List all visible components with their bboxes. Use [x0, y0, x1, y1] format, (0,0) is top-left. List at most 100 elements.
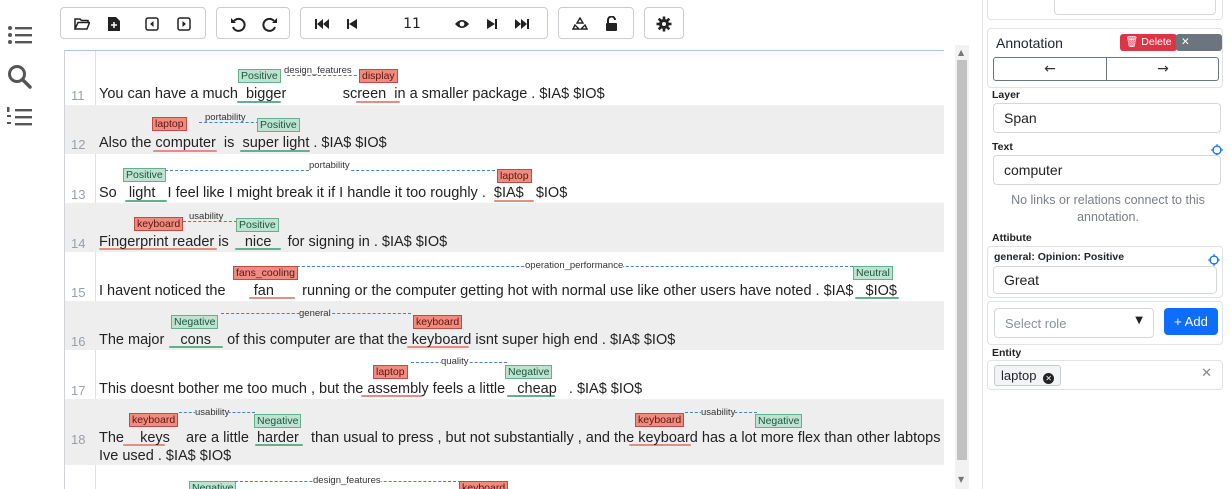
step-backward-icon — [347, 19, 357, 29]
unlock-button[interactable] — [599, 11, 625, 37]
annotation-label[interactable]: Positive — [236, 218, 279, 232]
next-document-button[interactable] — [171, 11, 197, 37]
next-page-button[interactable] — [479, 11, 505, 37]
relation-label[interactable]: portability — [309, 160, 350, 171]
annotation-label[interactable]: Negative — [755, 414, 803, 428]
select-role-placeholder: Select role — [1005, 316, 1067, 331]
toggle-view-button[interactable] — [449, 11, 475, 37]
scroll-down-icon[interactable]: ▼ — [958, 475, 964, 484]
undo-button[interactable] — [225, 11, 251, 37]
annotation-label[interactable]: Positive — [257, 118, 300, 132]
export-file-button[interactable] — [101, 11, 127, 37]
annotation-label[interactable]: laptop — [373, 365, 408, 379]
entity-tag-label: laptop — [1001, 368, 1037, 383]
annotation-label[interactable]: Negative — [254, 414, 302, 428]
annotation-label[interactable]: Positive — [123, 168, 166, 182]
layer-selector-field[interactable] — [1054, 0, 1216, 15]
line-number: 14 — [71, 236, 86, 251]
annotation-label[interactable]: keyboard — [635, 413, 685, 427]
add-role-button[interactable]: + Add — [1164, 308, 1218, 335]
line-number: 18 — [71, 432, 86, 447]
delete-button[interactable]: 🗑 Delete — [1120, 34, 1177, 51]
skip-start-icon — [315, 19, 329, 29]
redo-button[interactable] — [257, 11, 283, 37]
sentence-row: fans_cooling operation_performance Neutr… — [65, 252, 944, 301]
relation-label[interactable]: operation_performance — [525, 260, 624, 271]
role-card: Select role ▼ + Add — [987, 301, 1223, 345]
arrow-left-icon: ← — [1044, 61, 1056, 77]
settings-button[interactable] — [651, 11, 677, 37]
clear-entity-icon[interactable]: ✕ — [1201, 366, 1212, 381]
layer-section-title: Layer — [992, 89, 1021, 101]
recycle-button[interactable] — [567, 11, 593, 37]
feature-title: general: Opinion: Positive — [994, 251, 1125, 263]
sentence-row: laptop portability Positive 12 Also the … — [65, 105, 944, 154]
annotation-nav-group: ← → — [993, 57, 1219, 81]
sentence-text: So light I feel like I might break it if… — [99, 185, 568, 201]
annotation-card: Annotation 🗑 Delete ✕ Clear ← → — [987, 28, 1223, 88]
caret-down-icon: ▼ — [1135, 315, 1143, 326]
left-sidebar — [0, 0, 40, 489]
settings-toolbar-group — [644, 7, 684, 39]
annotation-label[interactable]: laptop — [497, 169, 532, 183]
previous-annotation-button[interactable]: ← — [994, 58, 1107, 80]
add-label: Add — [1184, 314, 1208, 329]
relation-label[interactable]: general — [299, 308, 331, 319]
line-number: 15 — [71, 285, 86, 300]
relation-label[interactable]: design_features — [313, 475, 381, 486]
sentence-row: keyboard usability Negative keyboard usa… — [65, 399, 944, 465]
first-page-button[interactable] — [309, 11, 335, 37]
relation-label[interactable]: design_features — [284, 65, 352, 76]
scrollbar-thumb[interactable] — [957, 60, 967, 460]
sentence-text: This doesnt bother me too much , but the… — [99, 381, 643, 397]
entity-section-title: Entity — [992, 347, 1022, 359]
page-number-field[interactable]: 11 — [377, 8, 447, 40]
sentence-text-continued: Ive used . $IA$ $IO$ — [99, 448, 232, 464]
annotation-label[interactable]: keyboard — [129, 413, 179, 427]
annotation-label[interactable]: fans_cooling — [233, 266, 298, 280]
annotation-label[interactable]: keyboard — [459, 481, 509, 489]
annotation-label[interactable]: Positive — [238, 69, 281, 83]
annotation-label[interactable]: Negative — [189, 481, 237, 489]
annotation-label[interactable]: keyboard — [134, 217, 184, 231]
annotation-label[interactable]: Negative — [505, 365, 553, 379]
annotation-label[interactable]: Neutral — [853, 266, 893, 280]
annotation-label[interactable]: Negative — [171, 315, 219, 329]
relation-label[interactable]: usability — [195, 407, 230, 418]
feature-card: general: Opinion: Positive Great — [987, 246, 1223, 298]
list-icon[interactable] — [7, 24, 33, 50]
clear-button[interactable]: ✕ Clear — [1176, 34, 1222, 65]
history-toolbar-group — [216, 7, 290, 39]
last-page-button[interactable] — [509, 11, 535, 37]
scroll-up-icon[interactable]: ▲ — [958, 48, 964, 57]
relation-label[interactable]: usability — [701, 407, 736, 418]
sentence-text: The major cons of this computer are that… — [99, 332, 676, 348]
entity-tag[interactable]: laptop ✕ — [994, 365, 1062, 386]
next-annotation-button[interactable]: → — [1107, 58, 1219, 80]
line-number: 11 — [71, 88, 85, 103]
search-icon[interactable] — [7, 64, 33, 94]
annotation-label[interactable]: keyboard — [413, 315, 463, 329]
skip-end-icon — [515, 19, 529, 29]
select-role-dropdown[interactable]: Select role ▼ — [994, 308, 1154, 338]
relation-label[interactable]: portability — [205, 112, 246, 123]
numbered-list-icon[interactable] — [7, 106, 33, 132]
sentence-row: laptop quality Negative 17 This doesnt b… — [65, 350, 944, 399]
no-links-note: No links or relations connect to this an… — [1011, 193, 1205, 224]
remove-tag-icon[interactable]: ✕ — [1043, 373, 1055, 384]
layer-field[interactable]: Span — [993, 103, 1221, 133]
editor-scrollbar[interactable]: ▲ ▼ — [955, 45, 969, 489]
feature-value-field[interactable]: Great — [993, 266, 1217, 294]
folder-open-icon — [74, 18, 90, 30]
caret-right-square-icon — [177, 17, 191, 31]
open-folder-button[interactable] — [69, 11, 95, 37]
relation-label[interactable]: usability — [189, 211, 223, 222]
sentence-text: The keys are a little harder than usual … — [99, 430, 941, 446]
entity-field[interactable]: laptop ✕ ✕ — [987, 360, 1223, 390]
text-field[interactable]: computer — [993, 155, 1221, 185]
previous-document-button[interactable] — [139, 11, 165, 37]
relation-label[interactable]: quality — [441, 356, 469, 367]
annotation-label[interactable]: laptop — [152, 117, 187, 131]
annotation-label[interactable]: display — [359, 69, 398, 83]
previous-page-button[interactable] — [339, 11, 365, 37]
